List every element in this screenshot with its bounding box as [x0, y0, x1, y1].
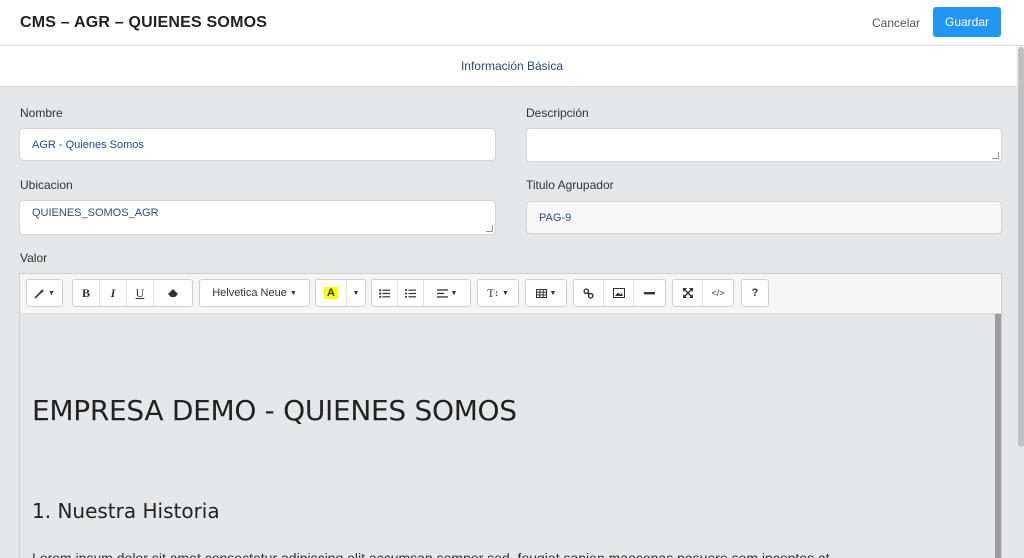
descripcion-textarea[interactable]	[526, 128, 1002, 162]
style-dropdown[interactable]: ▼	[27, 280, 62, 306]
descripcion-label: Descripción	[526, 106, 589, 120]
eraser-button[interactable]	[154, 280, 192, 306]
font-style-group: B I U	[72, 279, 193, 307]
titulo-agrupador-value: PAG-9	[539, 212, 572, 224]
help-group: ?	[741, 279, 769, 307]
text-height-icon: T	[487, 285, 495, 300]
cancel-button[interactable]: Cancelar	[866, 11, 926, 35]
bullet-list-icon	[379, 288, 390, 298]
editor-toolbar: ▼ B I U Helvetica Neue ▼ A ▼ ▼ T ↕ ▼ ▼ <…	[20, 274, 1001, 314]
style-group: ▼	[26, 279, 63, 307]
page-title: CMS – AGR – QUIENES SOMOS	[20, 14, 268, 31]
font-size-dropdown[interactable]: T ↕ ▼	[478, 280, 518, 306]
font-family-group: Helvetica Neue ▼	[199, 279, 310, 307]
unordered-list-button[interactable]	[372, 280, 398, 306]
expand-icon	[682, 288, 693, 298]
content-subheading: 1. Nuestra Historia	[32, 499, 220, 523]
highlight-icon: A	[324, 287, 338, 299]
image-button[interactable]	[604, 280, 634, 306]
paragraph-group: ▼	[371, 279, 471, 307]
magic-wand-icon	[34, 288, 45, 299]
fullscreen-button[interactable]	[673, 280, 703, 306]
rich-text-editor: ▼ B I U Helvetica Neue ▼ A ▼ ▼ T ↕ ▼ ▼ <…	[19, 273, 1002, 558]
ubicacion-label: Ubicacion	[20, 178, 73, 192]
page-scrollbar-thumb[interactable]	[1018, 47, 1024, 447]
save-button[interactable]: Guardar	[933, 7, 1001, 37]
picture-icon	[612, 288, 625, 298]
code-view-button[interactable]: </>	[703, 280, 733, 306]
chevron-down-icon: ▼	[352, 289, 360, 297]
table-group: ▼	[525, 279, 567, 307]
horizontal-rule-button[interactable]	[634, 280, 665, 306]
code-icon: </>	[711, 288, 725, 298]
eraser-icon	[168, 289, 178, 297]
font-family-dropdown[interactable]: Helvetica Neue ▼	[200, 280, 309, 306]
italic-button[interactable]: I	[100, 280, 127, 306]
table-dropdown[interactable]: ▼	[526, 280, 566, 306]
view-group: </>	[672, 279, 734, 307]
font-family-label: Helvetica Neue	[212, 287, 287, 299]
font-size-group: T ↕ ▼	[477, 279, 519, 307]
minus-icon	[644, 291, 655, 294]
top-bar: CMS – AGR – QUIENES SOMOS Cancelar Guard…	[0, 0, 1024, 46]
titulo-agrupador-input[interactable]: PAG-9	[526, 201, 1002, 234]
valor-label: Valor	[20, 251, 48, 265]
ubicacion-value: QUIENES_SOMOS_AGR	[32, 207, 159, 219]
insert-group	[573, 279, 666, 307]
resize-grip-icon[interactable]	[992, 152, 999, 159]
color-dropdown[interactable]: ▼	[347, 280, 365, 306]
chevron-down-icon: ▼	[501, 289, 509, 297]
chevron-down-icon: ▼	[549, 289, 557, 297]
ordered-list-button[interactable]	[398, 280, 424, 306]
ubicacion-textarea[interactable]: QUIENES_SOMOS_AGR	[19, 200, 496, 235]
content-paragraph: Lorem ipsum dolor sit amet consectetur a…	[32, 550, 830, 558]
link-icon	[583, 287, 594, 299]
tab-bar: Información Básica	[0, 46, 1024, 87]
align-left-icon	[436, 288, 448, 298]
text-color-button[interactable]: A	[316, 280, 347, 306]
chevron-down-icon: ▼	[289, 289, 297, 297]
titulo-agrupador-label: Titulo Agrupador	[526, 178, 614, 192]
align-dropdown[interactable]: ▼	[424, 280, 470, 306]
nombre-value: AGR - Quienes Somos	[32, 139, 144, 151]
editor-content[interactable]: EMPRESA DEMO - QUIENES SOMOS 1. Nuestra …	[20, 314, 995, 558]
chevron-down-icon: ▼	[450, 289, 458, 297]
nombre-input[interactable]: AGR - Quienes Somos	[19, 128, 496, 161]
numbered-list-icon	[405, 288, 416, 298]
link-button[interactable]	[574, 280, 604, 306]
editor-scrollbar[interactable]	[995, 314, 1001, 558]
nombre-label: Nombre	[20, 106, 63, 120]
underline-button[interactable]: U	[127, 280, 154, 306]
table-icon	[535, 288, 547, 298]
resize-grip-icon[interactable]	[486, 225, 493, 232]
color-group: A ▼	[315, 279, 366, 307]
tab-informacion-basica[interactable]: Información Básica	[0, 59, 1024, 73]
chevron-down-icon: ▼	[48, 289, 55, 297]
bold-button[interactable]: B	[73, 280, 100, 306]
content-heading: EMPRESA DEMO - QUIENES SOMOS	[32, 394, 517, 427]
help-button[interactable]: ?	[742, 280, 768, 306]
